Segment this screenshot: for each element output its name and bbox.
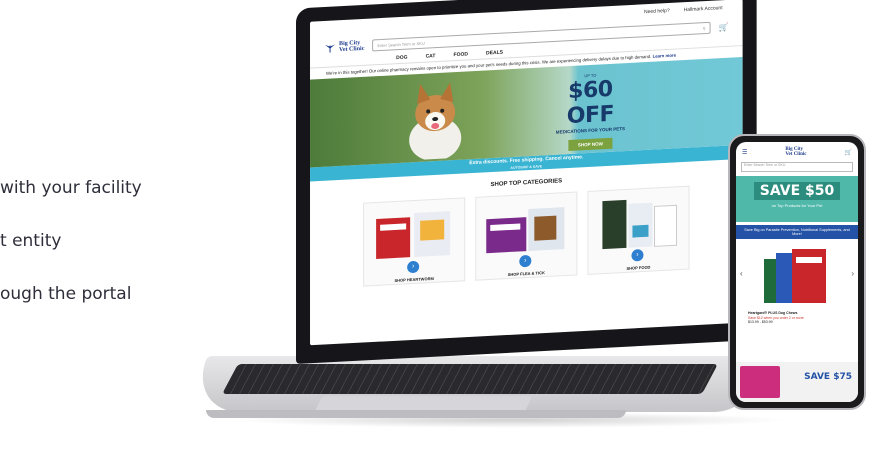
phone-screen: ☰ Big City Vet Clinic 🛒 Enter Search Ter… (736, 142, 858, 402)
help-link[interactable]: Need help? (644, 8, 670, 15)
menu-icon[interactable]: ☰ (742, 149, 747, 156)
phone-logo[interactable]: Big City Vet Clinic (785, 147, 806, 157)
brand-line-2: Vet Clinic (339, 45, 365, 54)
feature-line-2: t entity (0, 231, 62, 251)
heartgard-product-image (764, 249, 826, 303)
phone-bottom-save: SAVE $75 (804, 372, 852, 382)
phone-brand-line-2: Vet Clinic (785, 152, 807, 157)
phone-save-badge: SAVE $50 (753, 182, 841, 200)
phone-promo-banner[interactable]: SAVE $50 on Top Products for Your Pet (736, 176, 858, 222)
carousel-prev-icon[interactable]: ‹ (740, 269, 743, 278)
feature-line-3: ough the portal (0, 284, 132, 304)
phone-search-input[interactable]: Enter Search Term or SKU (741, 162, 853, 172)
search-placeholder: Enter Search Term or SKU (377, 40, 425, 48)
hero-amount: $60 OFF (566, 76, 615, 130)
nav-item-cat[interactable]: CAT (426, 53, 436, 62)
phone-promo-subtitle: on Top Products for Your Pet (771, 203, 823, 208)
phone-product-carousel: ‹ › (736, 239, 858, 311)
food-products-image (602, 199, 678, 250)
phone-cart-icon[interactable]: 🛒 (845, 149, 852, 156)
laptop-base-front (206, 410, 626, 418)
laptop-lid: Need help? Hallmark Account Big City Vet… (296, 0, 757, 365)
phone-blue-banner[interactable]: Save Big on Parasite Prevention, Nutriti… (736, 225, 858, 239)
category-label-heartworm[interactable]: SHOP HEARTWORM (364, 274, 464, 284)
shop-now-button[interactable]: SHOP NOW (567, 137, 613, 152)
laptop-keyboard (222, 364, 718, 394)
phone-bottom-promo[interactable]: SAVE $75 (736, 362, 858, 402)
nexgard-product-image (740, 366, 780, 398)
cart-icon[interactable]: 🛒 (719, 22, 729, 32)
nav-item-dog[interactable]: DOG (396, 55, 407, 64)
phone-product-info: Heartgard® PLUS Dog Chews Save $12 when … (736, 311, 858, 325)
flea-tick-products-image (486, 207, 565, 254)
phone-device: ☰ Big City Vet Clinic 🛒 Enter Search Ter… (728, 134, 866, 410)
dog-photo (409, 82, 462, 161)
category-arrow-icon[interactable]: › (407, 260, 420, 274)
category-arrow-icon[interactable]: › (519, 254, 532, 268)
category-card-food[interactable]: › SHOP FOOD (587, 185, 690, 275)
phone-header: ☰ Big City Vet Clinic 🛒 (736, 142, 858, 162)
feature-line-1: with your facility (0, 178, 142, 198)
category-list: › SHOP HEARTWORM › SHOP FLEA & TICK › SH… (310, 183, 743, 289)
caduceus-icon (325, 44, 336, 53)
hero-copy: UP TO $60 OFF MEDICATIONS FOR YOUR PETS … (542, 70, 638, 153)
phone-product-price: $13.99 - $53.99 (748, 320, 773, 324)
category-card-flea-tick[interactable]: › SHOP FLEA & TICK (475, 191, 578, 281)
category-label-food[interactable]: SHOP FOOD (588, 263, 688, 273)
laptop-screen: Need help? Hallmark Account Big City Vet… (310, 0, 743, 346)
nav-item-deals[interactable]: DEALS (486, 50, 503, 59)
site-logo[interactable]: Big City Vet Clinic (324, 40, 364, 54)
category-arrow-icon[interactable]: › (631, 248, 644, 262)
account-link[interactable]: Hallmark Account (684, 5, 723, 13)
category-card-heartworm[interactable]: › SHOP HEARTWORM (363, 197, 466, 287)
notice-learn-more-link[interactable]: Learn more (653, 53, 676, 59)
category-label-flea-tick[interactable]: SHOP FLEA & TICK (476, 268, 576, 278)
heartworm-products-image (376, 211, 451, 259)
nav-item-food[interactable]: FOOD (454, 51, 468, 60)
search-icon[interactable]: ⚲ (703, 26, 706, 31)
carousel-next-icon[interactable]: › (851, 269, 854, 278)
